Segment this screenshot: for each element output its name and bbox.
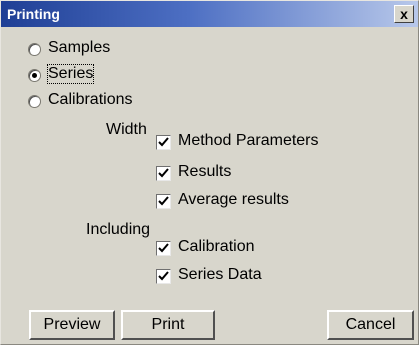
radio-calibrations-label[interactable]: Calibrations [48,91,132,109]
radio-samples[interactable] [28,43,41,56]
checkmark-icon [158,271,169,281]
results-label[interactable]: Results [178,163,231,181]
series-data-label[interactable]: Series Data [178,266,262,284]
checkmark-icon [158,168,169,178]
radio-series-label[interactable]: Series [46,64,95,84]
checkmark-icon [158,196,169,206]
method-parameters-label[interactable]: Method Parameters [178,132,319,150]
window-title: Printing [7,6,60,22]
radio-series[interactable] [28,69,41,82]
checkbox-series-data[interactable] [156,269,171,284]
checkbox-calibration[interactable] [156,241,171,256]
width-heading: Width [106,121,147,138]
preview-button-label: Preview [43,316,101,333]
radio-samples-label[interactable]: Samples [48,39,110,57]
including-heading: Including [86,221,151,238]
average-results-label[interactable]: Average results [178,191,289,209]
checkbox-average-results[interactable] [156,194,171,209]
checkmark-icon [158,137,169,147]
close-icon: x [400,6,408,22]
preview-button[interactable]: Preview [29,310,115,340]
radio-selected-dot [32,73,37,78]
printing-dialog: Printing x Samples Series Calibrations W… [0,0,419,345]
title-bar[interactable]: Printing x [1,1,418,27]
close-button[interactable]: x [394,5,414,23]
calibration-label[interactable]: Calibration [178,238,254,256]
cancel-button-label: Cancel [345,316,396,333]
cancel-button[interactable]: Cancel [327,310,414,340]
print-button[interactable]: Print [121,310,215,340]
radio-calibrations[interactable] [28,95,41,108]
print-button-label: Print [151,316,185,333]
checkbox-method-parameters[interactable] [156,135,171,150]
checkmark-icon [158,243,169,253]
checkbox-results[interactable] [156,166,171,181]
